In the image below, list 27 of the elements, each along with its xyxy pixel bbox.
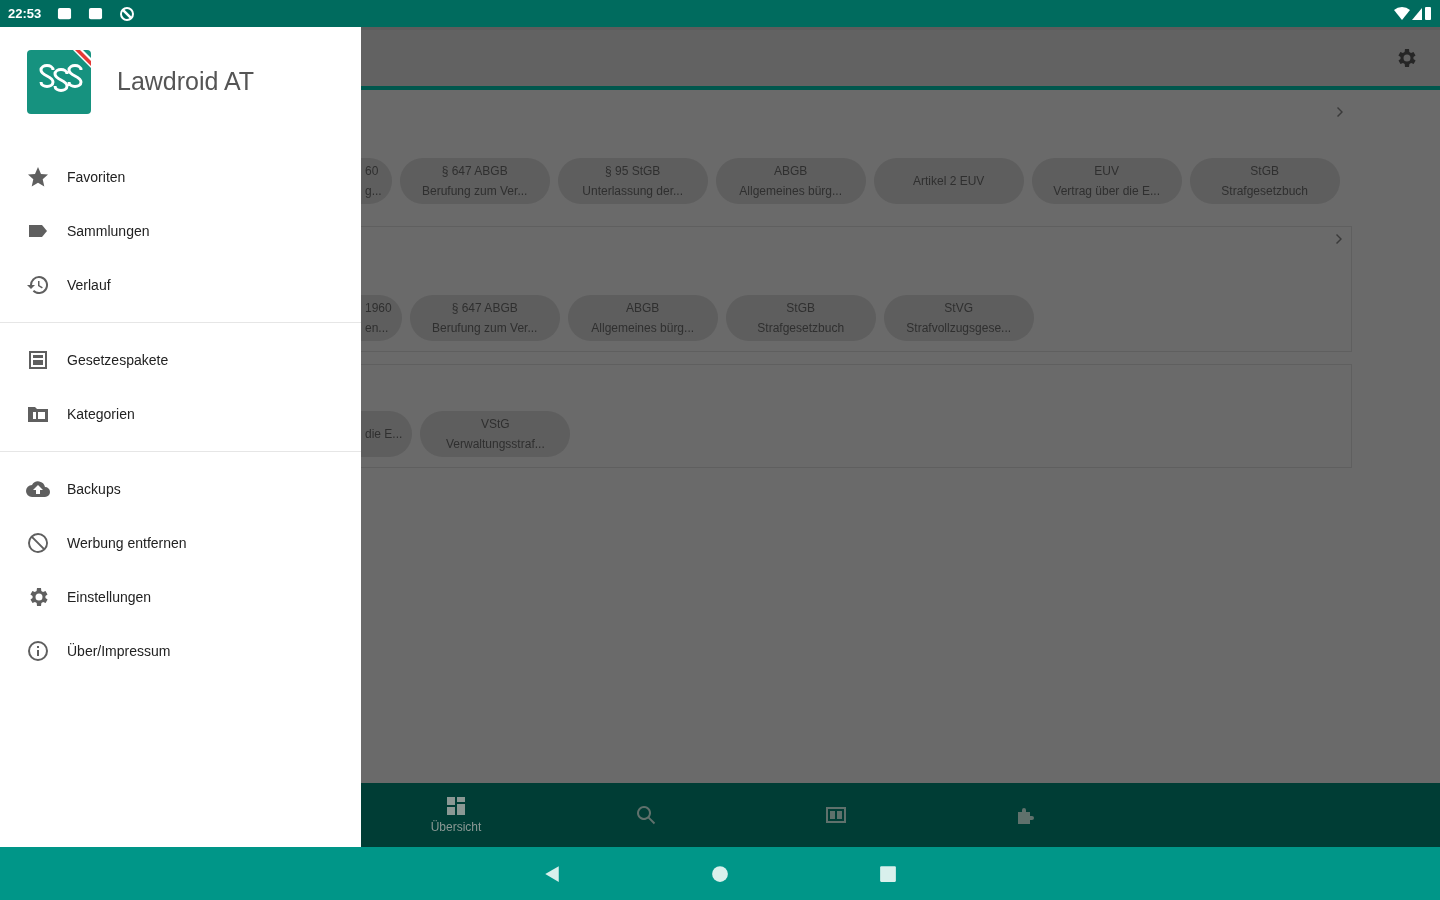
- drawer-item[interactable]: Über/Impressum: [0, 624, 361, 678]
- app-logo-icon: [27, 50, 91, 114]
- drawer-item[interactable]: Backups: [0, 462, 361, 516]
- home-button[interactable]: [711, 864, 729, 883]
- app-name: Lawdroid AT: [117, 66, 255, 98]
- recents-button[interactable]: [879, 864, 897, 883]
- dashboard-icon: [444, 794, 468, 818]
- status-time: 22:53: [8, 4, 42, 23]
- drawer-item[interactable]: Kategorien: [0, 387, 361, 441]
- drawer-item[interactable]: Gesetzespakete: [0, 333, 361, 387]
- notification-icon: [57, 6, 73, 21]
- package-icon: [26, 348, 50, 372]
- block-icon: [26, 531, 50, 555]
- back-button[interactable]: [543, 864, 561, 883]
- drawer-item[interactable]: Sammlungen: [0, 204, 361, 258]
- drawer-item[interactable]: Favoriten: [0, 150, 361, 204]
- search-icon: [634, 803, 658, 827]
- drawer-item[interactable]: Werbung entfernen: [0, 516, 361, 570]
- nav-tab[interactable]: Übersicht: [361, 783, 551, 847]
- history-icon: [26, 273, 50, 297]
- info-icon: [26, 639, 50, 663]
- status-indicators-icon: [1394, 6, 1432, 21]
- drawer-item[interactable]: Verlauf: [0, 258, 361, 312]
- data-saver-icon: [119, 5, 136, 22]
- star-icon: [26, 165, 50, 189]
- drawer-item[interactable]: Einstellungen: [0, 570, 361, 624]
- notification-icon: [88, 6, 104, 21]
